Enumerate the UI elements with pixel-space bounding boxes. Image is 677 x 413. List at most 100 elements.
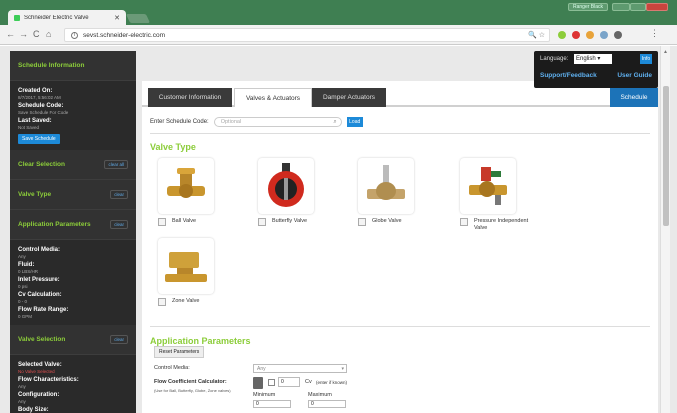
- cv-calc-value: 0 - 0: [18, 299, 28, 304]
- valve-selection-heading: Valve Selection: [18, 336, 66, 343]
- globe-valve-icon[interactable]: [358, 158, 414, 214]
- cv-hint: (enter if known): [316, 380, 348, 385]
- maximum-input[interactable]: 0: [308, 400, 346, 408]
- cv-input[interactable]: 0: [278, 377, 300, 387]
- divider: [150, 133, 650, 134]
- butterfly-valve-icon[interactable]: [258, 158, 314, 214]
- schedule-info-body: Created On: 8/7/2017, 5:56:02 AM Schedul…: [10, 81, 136, 150]
- extension-icon[interactable]: [600, 31, 608, 39]
- clear-valve-type-button[interactable]: clear: [110, 190, 128, 199]
- schedule-code-label: Enter Schedule Code:: [150, 119, 209, 125]
- flow-coef-label: Flow Coefficient Calculator:: [154, 379, 227, 385]
- piv-valve-label: Pressure Independent Valve: [474, 218, 529, 231]
- piv-valve-icon[interactable]: [460, 158, 516, 214]
- valve-type-title: Valve Type: [150, 142, 196, 152]
- zone-valve-icon[interactable]: [158, 238, 214, 294]
- fluid-value: 0 LBS/HR: [18, 269, 39, 274]
- browser-toolbar: ← → C ⌂ i sevst.schneider-electric.com 🔍…: [0, 25, 677, 45]
- info-button[interactable]: Info: [640, 54, 652, 64]
- calculator-icon[interactable]: [253, 377, 263, 389]
- valve-selection-header: Valve Selection clear: [10, 325, 136, 355]
- extension-icon[interactable]: [572, 31, 580, 39]
- piv-valve-checkbox[interactable]: [460, 218, 468, 226]
- language-select[interactable]: English ▾: [574, 54, 612, 64]
- address-bar[interactable]: i sevst.schneider-electric.com 🔍 ☆: [64, 28, 550, 42]
- user-guide-link[interactable]: User Guide: [617, 72, 652, 79]
- tab-customer-information[interactable]: Customer Information: [148, 88, 232, 107]
- info-icon[interactable]: i: [71, 31, 78, 39]
- control-media-selected: Any: [257, 366, 266, 372]
- schedule-code-input[interactable]: Optional ⌕: [213, 117, 342, 127]
- forward-icon[interactable]: →: [19, 29, 28, 39]
- home-icon[interactable]: ⌂: [46, 29, 51, 39]
- browser-tab[interactable]: Schneider Electric Valve ✕: [8, 10, 126, 25]
- support-feedback-link[interactable]: Support/Feedback: [540, 72, 597, 79]
- bookmark-star-icon[interactable]: 🔍 ☆: [528, 31, 545, 39]
- search-icon[interactable]: ⌕: [333, 118, 336, 127]
- clear-valve-selection-button[interactable]: clear: [110, 335, 128, 344]
- profile-button[interactable]: Ranger Black: [568, 3, 608, 11]
- app-params-body: Control Media: Any Fluid: 0 LBS/HR Inlet…: [10, 240, 136, 325]
- menu-kebab-icon[interactable]: ⋮: [650, 28, 659, 39]
- page-content: Schedule Information Created On: 8/7/201…: [0, 46, 677, 413]
- valve-card-globe[interactable]: Globe Valve: [358, 158, 438, 226]
- schedule-info-header: Schedule Information: [10, 51, 136, 81]
- ball-valve-icon[interactable]: [158, 158, 214, 214]
- fluid-label: Fluid:: [18, 262, 35, 268]
- language-panel: Language: English ▾ Info Support/Feedbac…: [534, 51, 658, 88]
- extension-icon[interactable]: [558, 31, 566, 39]
- maximize-button[interactable]: [630, 3, 646, 11]
- extension-icon[interactable]: [586, 31, 594, 39]
- url-text: sevst.schneider-electric.com: [83, 31, 165, 39]
- valve-card-butterfly[interactable]: Butterfly Valve: [258, 158, 338, 226]
- window-close-button[interactable]: [646, 3, 668, 11]
- clear-app-params-button[interactable]: clear: [110, 220, 128, 229]
- butterfly-valve-checkbox[interactable]: [258, 218, 266, 226]
- ball-valve-label: Ball Valve: [172, 218, 197, 224]
- schneider-favicon-icon: [14, 14, 20, 21]
- scrollbar-thumb[interactable]: [663, 86, 669, 226]
- sidebar: Schedule Information Created On: 8/7/201…: [10, 51, 136, 413]
- minimum-input[interactable]: 0: [253, 400, 291, 408]
- created-label: Created On:: [18, 88, 53, 94]
- back-icon[interactable]: ←: [6, 29, 15, 39]
- clear-selection-header: Clear Selection clear all: [10, 150, 136, 180]
- schedule-button[interactable]: Schedule: [610, 88, 658, 107]
- flow-rate-label: Flow Rate Range:: [18, 307, 69, 313]
- new-tab-button[interactable]: [125, 14, 151, 23]
- maximum-label: Maximum: [308, 392, 332, 398]
- cv-known-checkbox[interactable]: [268, 379, 275, 386]
- tab-damper-actuators[interactable]: Damper Actuators: [312, 88, 386, 107]
- saved-value: Not Saved: [18, 125, 40, 130]
- butterfly-valve-label: Butterfly Valve: [272, 218, 308, 224]
- valve-selection-body: Selected Valve: No Valve Selected Flow C…: [10, 355, 136, 413]
- control-media-select[interactable]: Any ▾: [253, 364, 347, 373]
- created-value: 8/7/2017, 5:56:02 AM: [18, 95, 61, 100]
- flow-char-label: Flow Characteristics:: [18, 377, 79, 383]
- scroll-up-icon[interactable]: ▲: [663, 49, 668, 55]
- page-scrollbar[interactable]: ▲: [660, 46, 670, 413]
- schedule-info-heading: Schedule Information: [18, 62, 85, 69]
- reload-icon[interactable]: C: [33, 29, 40, 39]
- language-label: Language:: [540, 56, 569, 62]
- save-schedule-button[interactable]: Save Schedule: [18, 134, 60, 144]
- tab-title: Schneider Electric Valve: [24, 14, 89, 21]
- app-params-heading: Application Parameters: [18, 221, 91, 228]
- close-icon[interactable]: ✕: [114, 14, 120, 22]
- inlet-pressure-label: Inlet Pressure:: [18, 277, 60, 283]
- selected-valve-label: Selected Valve:: [18, 362, 62, 368]
- clear-selection-heading: Clear Selection: [18, 161, 65, 168]
- reset-parameters-button[interactable]: Reset Parameters: [154, 346, 205, 358]
- extension-icon[interactable]: [614, 31, 622, 39]
- clear-all-button[interactable]: clear all: [104, 160, 128, 169]
- globe-valve-checkbox[interactable]: [358, 218, 366, 226]
- valve-card-ball[interactable]: Ball Valve: [158, 158, 238, 226]
- valve-card-piv[interactable]: Pressure Independent Valve: [460, 158, 540, 232]
- ball-valve-checkbox[interactable]: [158, 218, 166, 226]
- flow-coef-note: (Use for Ball, Butterfly, Globe, Zone va…: [154, 388, 231, 393]
- schedule-code-row: Enter Schedule Code: Optional ⌕ Load: [150, 117, 363, 127]
- body-size-label: Body Size:: [18, 407, 49, 413]
- minimize-button[interactable]: [612, 3, 630, 11]
- tab-valves-actuators[interactable]: Valves & Actuators: [234, 88, 312, 107]
- load-button[interactable]: Load: [346, 117, 363, 127]
